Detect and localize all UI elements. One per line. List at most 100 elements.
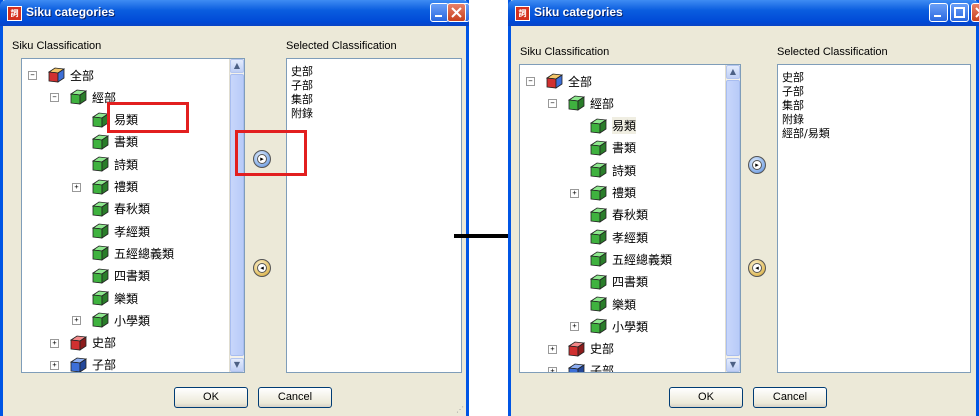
tree-item[interactable]: 孝經類 (90, 220, 150, 242)
ok-button[interactable]: OK (669, 387, 743, 408)
tree-item[interactable]: 四書類 (588, 271, 648, 293)
tree-item[interactable]: 春秋類 (90, 198, 150, 220)
tree-item[interactable]: 禮類 (90, 176, 138, 198)
tree-item[interactable]: 史部 (566, 338, 614, 360)
tree-item[interactable]: 易類 (588, 115, 637, 137)
category-cube-icon (589, 185, 608, 201)
remove-from-selection-button[interactable]: ◂ (253, 259, 271, 277)
cancel-button[interactable]: Cancel (753, 387, 827, 408)
selected-classification-label: Selected Classification (777, 46, 888, 58)
tree-item[interactable]: 孝經類 (588, 226, 648, 248)
minimize-icon (934, 15, 941, 17)
collapse-toggle-icon[interactable]: − (548, 99, 557, 109)
category-cube-icon (47, 67, 66, 83)
tree-item[interactable]: 詩類 (588, 159, 636, 181)
tree-item[interactable]: 詩類 (90, 153, 138, 175)
expand-toggle-icon[interactable]: + (570, 322, 579, 332)
category-cube-icon (589, 207, 608, 223)
scroll-thumb[interactable] (726, 80, 740, 356)
ok-button[interactable]: OK (174, 387, 248, 408)
tree-item[interactable]: 四書類 (90, 265, 150, 287)
expand-toggle-icon[interactable]: + (548, 366, 557, 372)
close-button[interactable] (971, 3, 979, 22)
tree-item[interactable]: 全部 (544, 70, 592, 92)
selected-classification-list[interactable]: 史部 子部 集部 附錄 經部/易類 (777, 64, 971, 373)
scroll-down-button[interactable]: ▼ (230, 358, 244, 372)
title-bar: 詞 Siku categories (0, 0, 470, 26)
tree-item[interactable]: 五經總義類 (588, 248, 672, 270)
siku-dialog-before: 詞 Siku categories Siku Classification Se… (0, 0, 470, 416)
expand-toggle-icon[interactable]: + (548, 344, 557, 354)
expand-toggle-icon[interactable]: + (72, 316, 81, 326)
tree-item-label: 詩類 (114, 157, 139, 172)
category-cube-icon (91, 290, 110, 306)
tree-item-label: 禮類 (114, 180, 139, 194)
remove-from-selection-button[interactable]: ◂ (748, 259, 766, 277)
tree-item-label: 書類 (612, 141, 637, 156)
tree-scrollbar[interactable]: ▲ ▼ (229, 59, 244, 372)
category-cube-icon (91, 245, 110, 262)
tree-item[interactable]: 樂類 (90, 287, 138, 309)
expand-toggle-icon[interactable]: + (72, 182, 81, 192)
scroll-thumb[interactable] (230, 74, 244, 356)
tree-item[interactable]: 書類 (90, 131, 138, 153)
tree-item-label: 樂類 (612, 297, 637, 312)
window-title: Siku categories (534, 5, 623, 19)
tree-item[interactable]: 子部 (68, 354, 116, 372)
tree-item[interactable]: 禮類 (588, 182, 636, 204)
category-cube-icon (69, 335, 88, 351)
expand-toggle-icon[interactable]: + (50, 338, 59, 348)
tree-item-label: 書類 (114, 135, 139, 150)
tree-item[interactable]: 全部 (46, 64, 94, 86)
category-cube-icon (567, 95, 586, 112)
tree-item-label: 小學類 (114, 313, 151, 328)
expand-toggle-icon[interactable]: + (570, 188, 579, 198)
scroll-down-button[interactable]: ▼ (726, 358, 740, 372)
tree-item[interactable]: 書類 (588, 137, 636, 159)
tree-item[interactable]: 小學類 (90, 309, 150, 331)
highlight-box-tree-item (107, 102, 189, 133)
tree-item[interactable]: 史部 (68, 332, 116, 354)
tree-item[interactable]: 經部 (566, 92, 614, 114)
maximize-button[interactable] (950, 3, 969, 22)
category-cube-icon (91, 156, 110, 172)
category-cube-icon (589, 274, 608, 290)
scroll-up-button[interactable]: ▲ (726, 65, 740, 79)
tree-item[interactable]: 樂類 (588, 293, 636, 315)
category-cube-icon (589, 251, 608, 268)
tree-item-label: 春秋類 (612, 208, 649, 223)
tree-item[interactable]: 五經總義類 (90, 242, 174, 264)
cancel-button[interactable]: Cancel (258, 387, 332, 408)
expand-toggle-icon[interactable]: + (50, 360, 59, 370)
add-to-selection-button[interactable]: ▸ (748, 156, 766, 174)
close-button[interactable] (447, 3, 466, 22)
tree-scrollbar[interactable]: ▲ ▼ (725, 65, 740, 372)
minimize-button[interactable] (929, 3, 948, 22)
collapse-toggle-icon[interactable]: − (50, 93, 59, 103)
arrow-left-icon: ◂ (752, 263, 762, 273)
siku-tree[interactable]: ▲ ▼ − 全部 − 經部 易類 書類 詩類 + 禮類 春秋類 孝經類 五經總義類 四書類 樂類 + 小學類 +… (519, 64, 741, 373)
category-cube-icon (589, 140, 608, 156)
category-cube-icon (589, 118, 608, 134)
tree-item[interactable]: 小學類 (588, 315, 648, 337)
siku-dialog-after: 詞 Siku categories Siku Classification Se… (508, 0, 979, 416)
tree-item-label: 易類 (612, 117, 637, 135)
scroll-up-button[interactable]: ▲ (230, 59, 244, 73)
tree-item[interactable]: 春秋類 (588, 204, 648, 226)
tree-item[interactable]: 子部 (566, 360, 614, 372)
resize-grip-icon[interactable]: ⋰ (456, 405, 464, 414)
selected-item[interactable]: 經部/易類 (782, 125, 830, 141)
maximize-icon (954, 7, 965, 18)
selected-item[interactable]: 附錄 (291, 105, 313, 121)
selected-classification-list[interactable]: 史部 子部 集部 附錄 (286, 58, 462, 373)
collapse-toggle-icon[interactable]: − (28, 71, 37, 80)
app-icon: 詞 (7, 6, 22, 21)
minimize-icon (435, 15, 442, 17)
category-cube-icon (91, 201, 110, 217)
collapse-toggle-icon[interactable]: − (526, 77, 535, 86)
category-cube-icon (589, 229, 608, 245)
category-cube-icon (91, 179, 110, 195)
category-cube-icon (91, 312, 110, 329)
category-cube-icon (91, 134, 110, 150)
title-bar: 詞 Siku categories (508, 0, 979, 26)
